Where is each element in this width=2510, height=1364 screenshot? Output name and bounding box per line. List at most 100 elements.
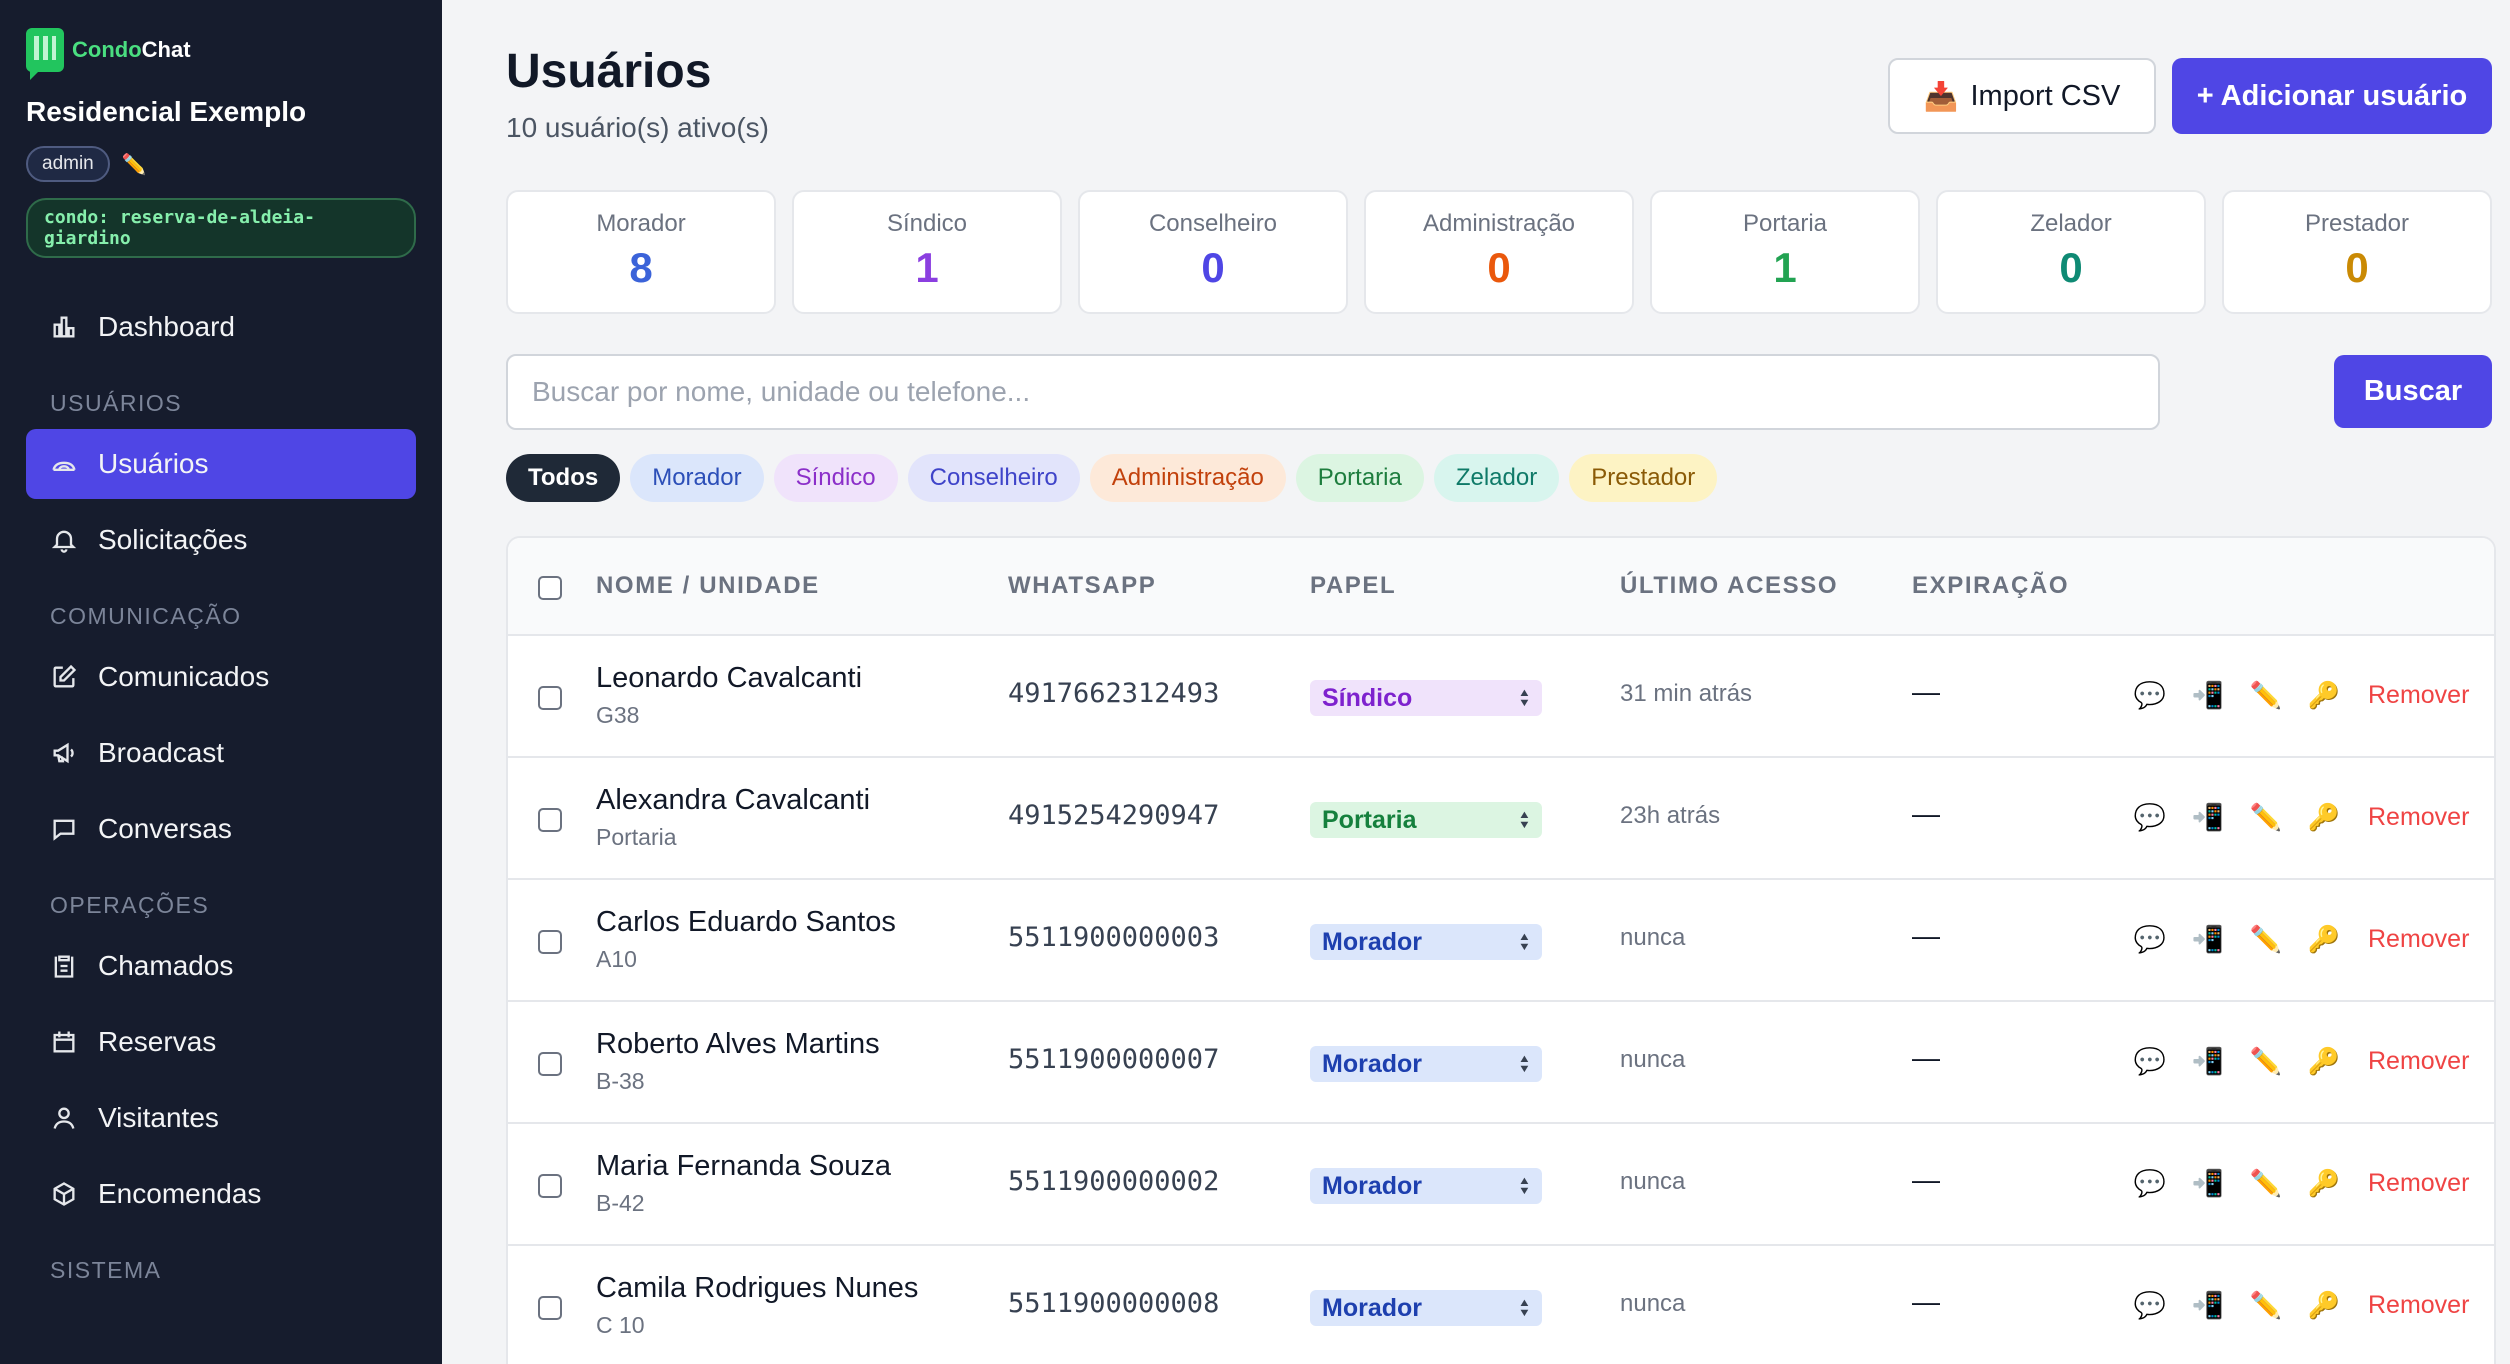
row-checkbox[interactable] <box>538 686 562 710</box>
admin-row: admin ✏️ <box>26 146 416 182</box>
sidebar-item-conversas[interactable]: Conversas <box>26 794 416 864</box>
edit-pencil-icon[interactable]: ✏️ <box>2250 678 2282 712</box>
message-icon[interactable]: 💬 <box>2134 1288 2166 1322</box>
role-select[interactable]: Morador ▲ ▼ <box>1310 1290 1542 1326</box>
remove-button[interactable]: Remover <box>2368 1291 2469 1320</box>
row-actions: 💬 📲 ✏️ 🔑 Remover <box>2134 800 2470 834</box>
user-whatsapp: 5511900000007 <box>1008 1044 1220 1075</box>
key-icon[interactable]: 🔑 <box>2308 800 2340 834</box>
row-checkbox[interactable] <box>538 1052 562 1076</box>
filter-chip-morador[interactable]: Morador <box>630 454 764 502</box>
stat-card-conselheiro: Conselheiro 0 <box>1078 190 1348 314</box>
key-icon[interactable]: 🔑 <box>2308 678 2340 712</box>
phone-arrow-icon[interactable]: 📲 <box>2192 678 2224 712</box>
filter-chip-todos[interactable]: Todos <box>506 454 621 502</box>
filter-chip-prestador[interactable]: Prestador <box>1569 454 1718 502</box>
row-checkbox[interactable] <box>538 1296 562 1320</box>
sidebar-item-comunicados[interactable]: Comunicados <box>26 642 416 712</box>
phone-arrow-icon[interactable]: 📲 <box>2192 922 2224 956</box>
stat-card-administração: Administração 0 <box>1364 190 1634 314</box>
remove-button[interactable]: Remover <box>2368 925 2469 954</box>
edit-pencil-icon[interactable]: ✏️ <box>2250 800 2282 834</box>
phone-arrow-icon[interactable]: 📲 <box>2192 1288 2224 1322</box>
remove-button[interactable]: Remover <box>2368 681 2469 710</box>
phone-arrow-icon[interactable]: 📲 <box>2192 1044 2224 1078</box>
search-input[interactable] <box>506 354 2160 430</box>
import-csv-button[interactable]: 📥 Import CSV <box>1888 58 2156 134</box>
user-name: Alexandra Cavalcanti <box>596 784 871 816</box>
sidebar-item-label: Encomendas <box>98 1178 262 1209</box>
filter-chip-administração[interactable]: Administração <box>1089 454 1286 502</box>
nav-section-sistema: SISTEMA <box>50 1257 162 1283</box>
sidebar-item-usuarios[interactable]: Usuários <box>26 429 416 499</box>
sidebar-item-label: Broadcast <box>98 737 225 768</box>
sidebar-item-solicitacoes[interactable]: Solicitações <box>26 505 416 575</box>
edit-pencil-icon[interactable]: ✏️ <box>2250 1044 2282 1078</box>
user-whatsapp: 5511900000002 <box>1008 1166 1220 1197</box>
row-checkbox[interactable] <box>538 1174 562 1198</box>
table-row: Roberto Alves Martins B-38 5511900000007 Mo… <box>508 1002 2494 1124</box>
edit-pencil-icon[interactable]: ✏️ <box>2250 922 2282 956</box>
clipboard-icon <box>50 952 78 980</box>
role-select[interactable]: Morador ▲ ▼ <box>1310 1168 1542 1204</box>
row-actions: 💬 📲 ✏️ 🔑 Remover <box>2134 678 2470 712</box>
filter-chip-síndico[interactable]: Síndico <box>773 454 898 502</box>
column-whatsapp: WHATSAPP <box>1008 572 1157 599</box>
role-select[interactable]: Morador ▲ ▼ <box>1310 924 1542 960</box>
sidebar-item-broadcast[interactable]: Broadcast <box>26 718 416 788</box>
stat-card-prestador: Prestador 0 <box>2222 190 2492 314</box>
key-icon[interactable]: 🔑 <box>2308 1166 2340 1200</box>
row-checkbox[interactable] <box>538 808 562 832</box>
select-arrows-icon: ▲ ▼ <box>1518 1175 1532 1197</box>
sidebar-item-label: Dashboard <box>98 311 235 342</box>
sidebar-item-chamados[interactable]: Chamados <box>26 931 416 1001</box>
remove-button[interactable]: Remover <box>2368 1169 2469 1198</box>
user-name: Camila Rodrigues Nunes <box>596 1272 919 1304</box>
select-all-checkbox[interactable] <box>538 576 562 600</box>
phone-arrow-icon[interactable]: 📲 <box>2192 800 2224 834</box>
message-icon[interactable]: 💬 <box>2134 800 2166 834</box>
stat-value: 1 <box>915 244 939 291</box>
brand[interactable]: CondoChat <box>26 28 416 80</box>
filter-chip-zelador[interactable]: Zelador <box>1433 454 1560 502</box>
sidebar-item-reservas[interactable]: Reservas <box>26 1007 416 1077</box>
table-header: NOME / UNIDADE WHATSAPP PAPEL ÚLTIMO ACE… <box>508 538 2494 636</box>
edit-pencil-icon[interactable]: ✏️ <box>122 152 147 177</box>
page-title: Usuários <box>506 45 712 98</box>
role-select[interactable]: Portaria ▲ ▼ <box>1310 802 1542 838</box>
key-icon[interactable]: 🔑 <box>2308 922 2340 956</box>
megaphone-icon <box>50 739 78 767</box>
user-unit: B-38 <box>596 1068 645 1094</box>
add-user-button[interactable]: + Adicionar usuário <box>2172 58 2492 134</box>
sidebar-item-visitantes[interactable]: Visitantes <box>26 1083 416 1153</box>
column-name: NOME / UNIDADE <box>596 572 820 599</box>
role-select[interactable]: Síndico ▲ ▼ <box>1310 680 1542 716</box>
select-arrows-icon: ▲ ▼ <box>1518 687 1532 709</box>
search-button[interactable]: Buscar <box>2334 355 2492 428</box>
key-icon[interactable]: 🔑 <box>2308 1288 2340 1322</box>
filter-chip-conselheiro[interactable]: Conselheiro <box>907 454 1080 502</box>
user-whatsapp: 4915254290947 <box>1008 800 1220 831</box>
phone-arrow-icon[interactable]: 📲 <box>2192 1166 2224 1200</box>
role-select[interactable]: Morador ▲ ▼ <box>1310 1046 1542 1082</box>
edit-pencil-icon[interactable]: ✏️ <box>2250 1166 2282 1200</box>
message-icon[interactable]: 💬 <box>2134 1044 2166 1078</box>
key-icon[interactable]: 🔑 <box>2308 1044 2340 1078</box>
condo-badge[interactable]: condo: reserva-de-aldeia-giardino <box>26 198 416 258</box>
message-icon[interactable]: 💬 <box>2134 922 2166 956</box>
remove-button[interactable]: Remover <box>2368 803 2469 832</box>
sidebar-item-label: Reservas <box>98 1026 217 1057</box>
user-whatsapp: 5511900000003 <box>1008 922 1220 953</box>
user-name: Carlos Eduardo Santos <box>596 906 896 938</box>
filter-chip-portaria[interactable]: Portaria <box>1295 454 1424 502</box>
sidebar-item-dashboard[interactable]: Dashboard <box>26 292 416 362</box>
message-icon[interactable]: 💬 <box>2134 678 2166 712</box>
edit-pencil-icon[interactable]: ✏️ <box>2250 1288 2282 1322</box>
sidebar-item-encomendas[interactable]: Encomendas <box>26 1159 416 1229</box>
message-icon[interactable]: 💬 <box>2134 1166 2166 1200</box>
row-checkbox[interactable] <box>538 930 562 954</box>
remove-button[interactable]: Remover <box>2368 1047 2469 1076</box>
user-whatsapp: 5511900000008 <box>1008 1288 1220 1319</box>
role-stats: Morador 8 Síndico 1 Conselheiro 0 Administraçã… <box>506 190 2492 314</box>
user-last-access: nunca <box>1620 1046 1686 1073</box>
